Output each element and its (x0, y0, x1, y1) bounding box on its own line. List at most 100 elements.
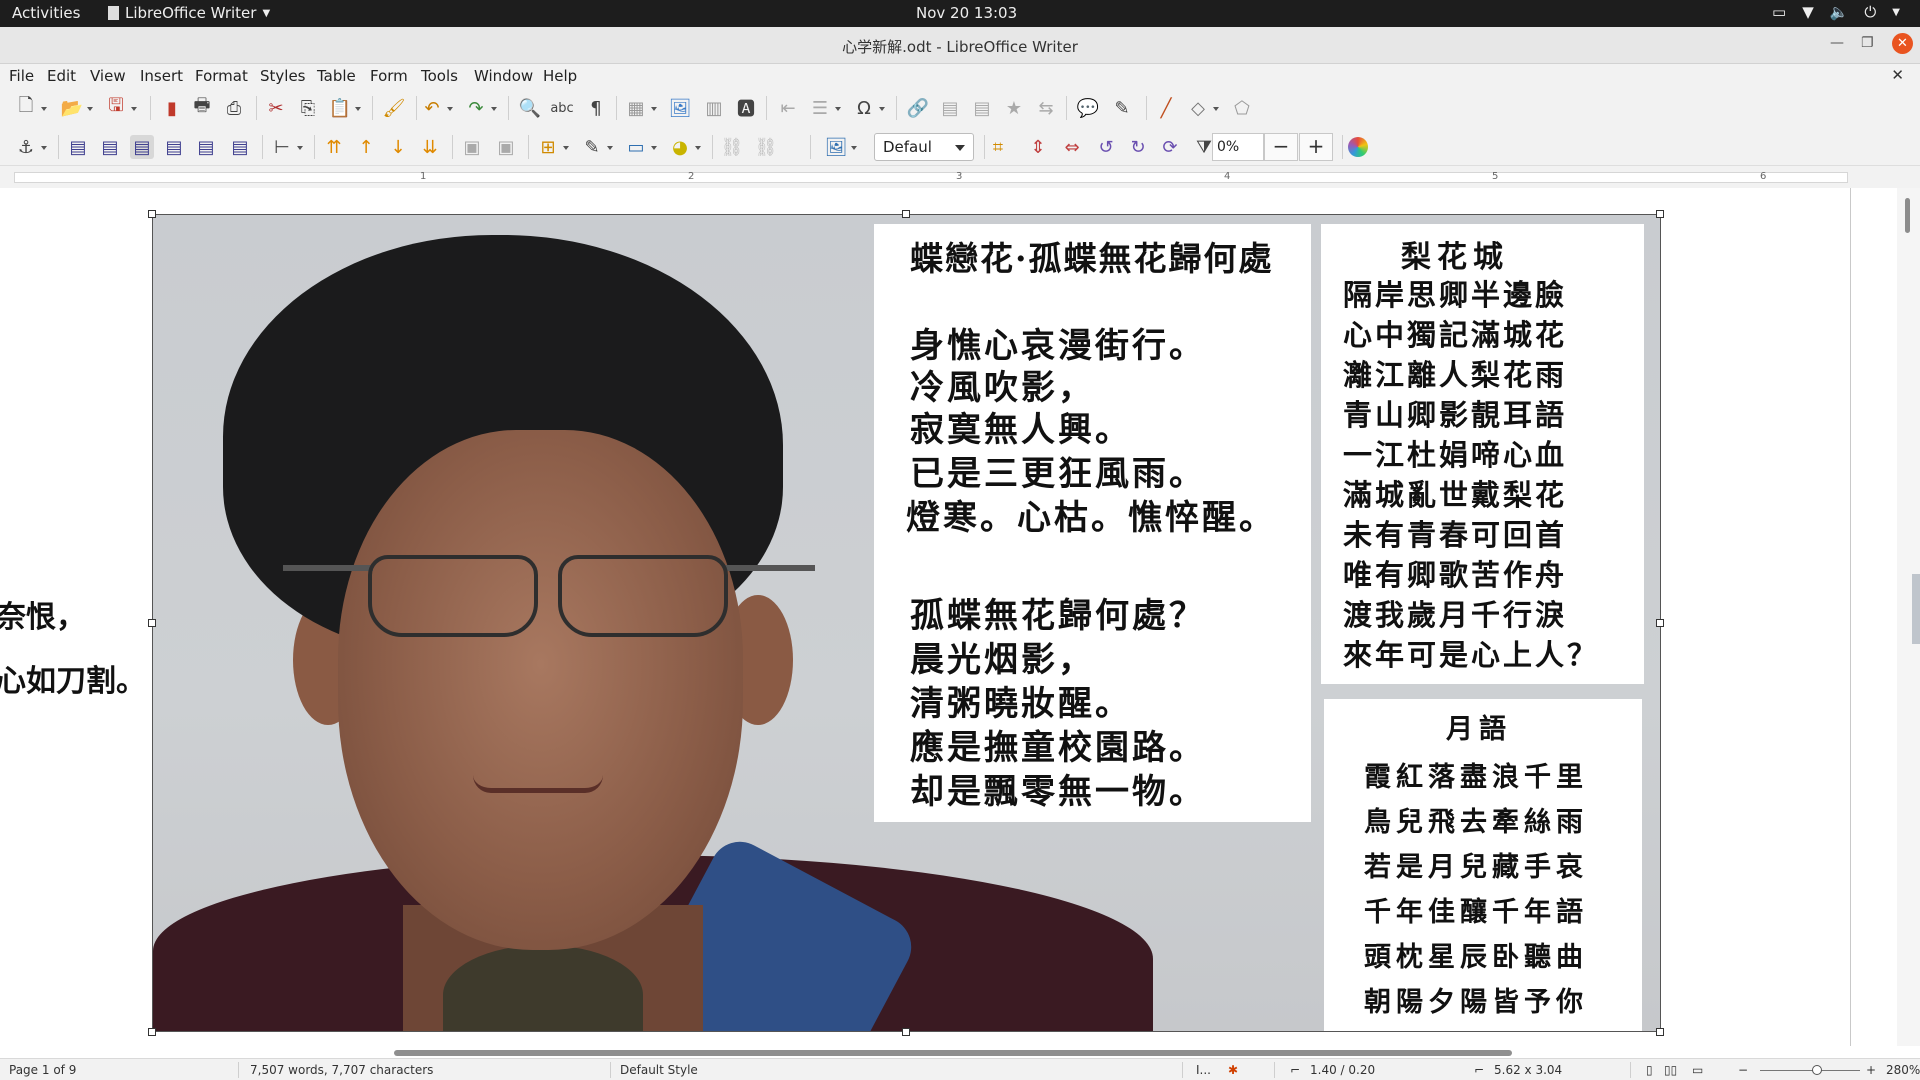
menu-help[interactable]: Help (543, 67, 577, 85)
menu-styles[interactable]: Styles (260, 67, 306, 85)
rotate-right-icon[interactable]: ↻ (1126, 135, 1150, 159)
insert-image-icon[interactable]: 🖼 (668, 96, 692, 120)
minimize-button[interactable]: — (1830, 35, 1844, 51)
document-modified-icon[interactable]: ✱ (1228, 1063, 1238, 1077)
bring-to-front-icon[interactable]: ⇈ (322, 135, 346, 159)
basic-shapes-icon[interactable]: ◇ (1186, 96, 1219, 120)
special-character-icon[interactable]: Ω (852, 96, 885, 120)
resize-handle-bottom[interactable] (902, 1028, 910, 1036)
copy-icon[interactable]: ⎘ (296, 96, 320, 120)
multi-page-view-icon[interactable]: ▯▯ (1664, 1063, 1677, 1077)
insert-table-icon[interactable]: ▦ (624, 96, 657, 120)
find-replace-icon[interactable]: 🔍 (518, 96, 542, 120)
menu-format[interactable]: Format (195, 67, 248, 85)
rotate-left-icon[interactable]: ↺ (1094, 135, 1118, 159)
export-pdf-icon[interactable]: ▮ (160, 96, 184, 120)
paste-icon[interactable]: 📋 (328, 96, 361, 120)
align-objects-icon[interactable]: ⊢ (270, 135, 303, 159)
page-wrap-icon[interactable]: ▤ (98, 135, 122, 159)
send-to-back-icon[interactable]: ⇊ (418, 135, 442, 159)
new-document-icon[interactable]: 🗋 (14, 95, 47, 120)
transparency-decrease-button[interactable]: − (1264, 133, 1298, 161)
border-style-icon[interactable]: ✎ (580, 135, 613, 159)
redo-icon[interactable]: ↷ (464, 96, 497, 120)
menu-file[interactable]: File (9, 67, 34, 85)
crop-icon[interactable]: ⌗ (986, 135, 1010, 159)
endnote-icon[interactable]: ▤ (970, 96, 994, 120)
unlink-frames-icon[interactable]: ⛓ (754, 135, 778, 159)
anchor-icon[interactable]: ⚓ (14, 135, 47, 159)
back-one-icon[interactable]: ↓ (386, 135, 410, 159)
clock[interactable]: Nov 20 13:03 (916, 4, 1017, 22)
page-break-icon[interactable]: ⇤ (776, 96, 800, 120)
menu-edit[interactable]: Edit (47, 67, 76, 85)
close-document-icon[interactable]: ✕ (1891, 66, 1904, 84)
resize-handle-top-right[interactable] (1656, 210, 1664, 218)
link-frames-icon[interactable]: ⛓ (720, 135, 744, 159)
clone-formatting-icon[interactable]: 🖌 (382, 96, 406, 120)
body-text-line[interactable]: 心如刀割。 (0, 656, 146, 700)
menu-form[interactable]: Form (370, 67, 408, 85)
track-changes-icon[interactable]: ✎ (1110, 96, 1134, 120)
menu-view[interactable]: View (90, 67, 126, 85)
flip-vertical-icon[interactable]: ⇕ (1026, 135, 1050, 159)
color-palette-icon[interactable] (1346, 135, 1370, 159)
flip-horizontal-icon[interactable]: ⇔ (1060, 135, 1084, 159)
frame-style-select[interactable]: Defaul (874, 133, 974, 161)
border-color-icon[interactable]: ▭ (624, 135, 657, 159)
sidebar-toggle-handle[interactable] (1912, 574, 1920, 644)
menu-tools[interactable]: Tools (421, 67, 458, 85)
body-text-line[interactable]: 奈恨， (0, 592, 86, 636)
spelling-icon[interactable]: abc (550, 96, 574, 120)
book-view-icon[interactable]: ▭ (1692, 1063, 1703, 1077)
undo-icon[interactable]: ↶ (420, 96, 453, 120)
bookmark-icon[interactable]: ★ (1002, 96, 1026, 120)
image-mode-icon[interactable]: 🖼 (824, 135, 857, 159)
cut-icon[interactable]: ✂ (264, 96, 288, 120)
vertical-scrollbar-thumb[interactable] (1905, 198, 1910, 233)
menu-table[interactable]: Table (317, 67, 356, 85)
single-page-view-icon[interactable]: ▯ (1646, 1063, 1653, 1077)
maximize-button[interactable]: ❐ (1861, 35, 1874, 51)
to-background-icon[interactable]: ▣ (494, 135, 518, 159)
zoom-slider-knob[interactable] (1812, 1065, 1822, 1075)
draw-shapes-icon[interactable]: ⬠ (1230, 96, 1254, 120)
footnote-icon[interactable]: ▤ (938, 96, 962, 120)
optimal-wrap-icon[interactable]: ▤ (130, 135, 154, 159)
zoom-in-button[interactable]: + (1866, 1063, 1876, 1077)
zoom-level[interactable]: 280% (1886, 1063, 1920, 1077)
wrap-right-icon[interactable]: ▤ (194, 135, 218, 159)
print-icon[interactable]: 🖶 (190, 95, 214, 120)
resize-handle-left[interactable] (148, 619, 156, 627)
cross-reference-icon[interactable]: ⇆ (1034, 96, 1058, 120)
forward-one-icon[interactable]: ↑ (354, 135, 378, 159)
resize-handle-bottom-right[interactable] (1656, 1028, 1664, 1036)
horizontal-scrollbar-thumb[interactable] (394, 1050, 1512, 1056)
page-style[interactable]: Default Style (620, 1063, 698, 1077)
insert-mode-icon[interactable]: I... (1196, 1063, 1211, 1077)
insert-textbox-icon[interactable]: 🅰 (734, 96, 758, 120)
print-preview-icon[interactable]: ⎙ (222, 96, 246, 120)
resize-handle-top[interactable] (902, 210, 910, 218)
area-fill-icon[interactable]: ◕ (668, 135, 701, 159)
app-menu[interactable]: LibreOffice Writer ▼ (108, 4, 270, 22)
hyperlink-icon[interactable]: 🔗 (906, 96, 930, 120)
transparency-increase-button[interactable]: + (1299, 133, 1333, 161)
horizontal-ruler[interactable]: 1 2 3 4 5 6 (0, 166, 1920, 188)
close-window-button[interactable]: ✕ (1892, 33, 1913, 54)
rotate-icon[interactable]: ⟳ (1158, 135, 1182, 159)
resize-handle-bottom-left[interactable] (148, 1028, 156, 1036)
wrap-off-icon[interactable]: ▤ (66, 135, 90, 159)
system-tray[interactable]: ▭ ▼ 🔈 ⏻ ▼ (1772, 3, 1900, 21)
wrap-through-icon[interactable]: ▤ (228, 135, 252, 159)
transparency-field[interactable]: 0% (1212, 133, 1264, 161)
insert-chart-icon[interactable]: ▥ (702, 96, 726, 120)
resize-handle-right[interactable] (1656, 619, 1664, 627)
comment-icon[interactable]: 💬 (1076, 96, 1100, 120)
menu-insert[interactable]: Insert (140, 67, 183, 85)
save-icon[interactable]: 🖫 (104, 95, 137, 120)
wrap-left-icon[interactable]: ▤ (162, 135, 186, 159)
page-indicator[interactable]: Page 1 of 9 (9, 1063, 76, 1077)
insert-field-icon[interactable]: ☰ (808, 96, 841, 120)
borders-icon[interactable]: ⊞ (536, 135, 569, 159)
